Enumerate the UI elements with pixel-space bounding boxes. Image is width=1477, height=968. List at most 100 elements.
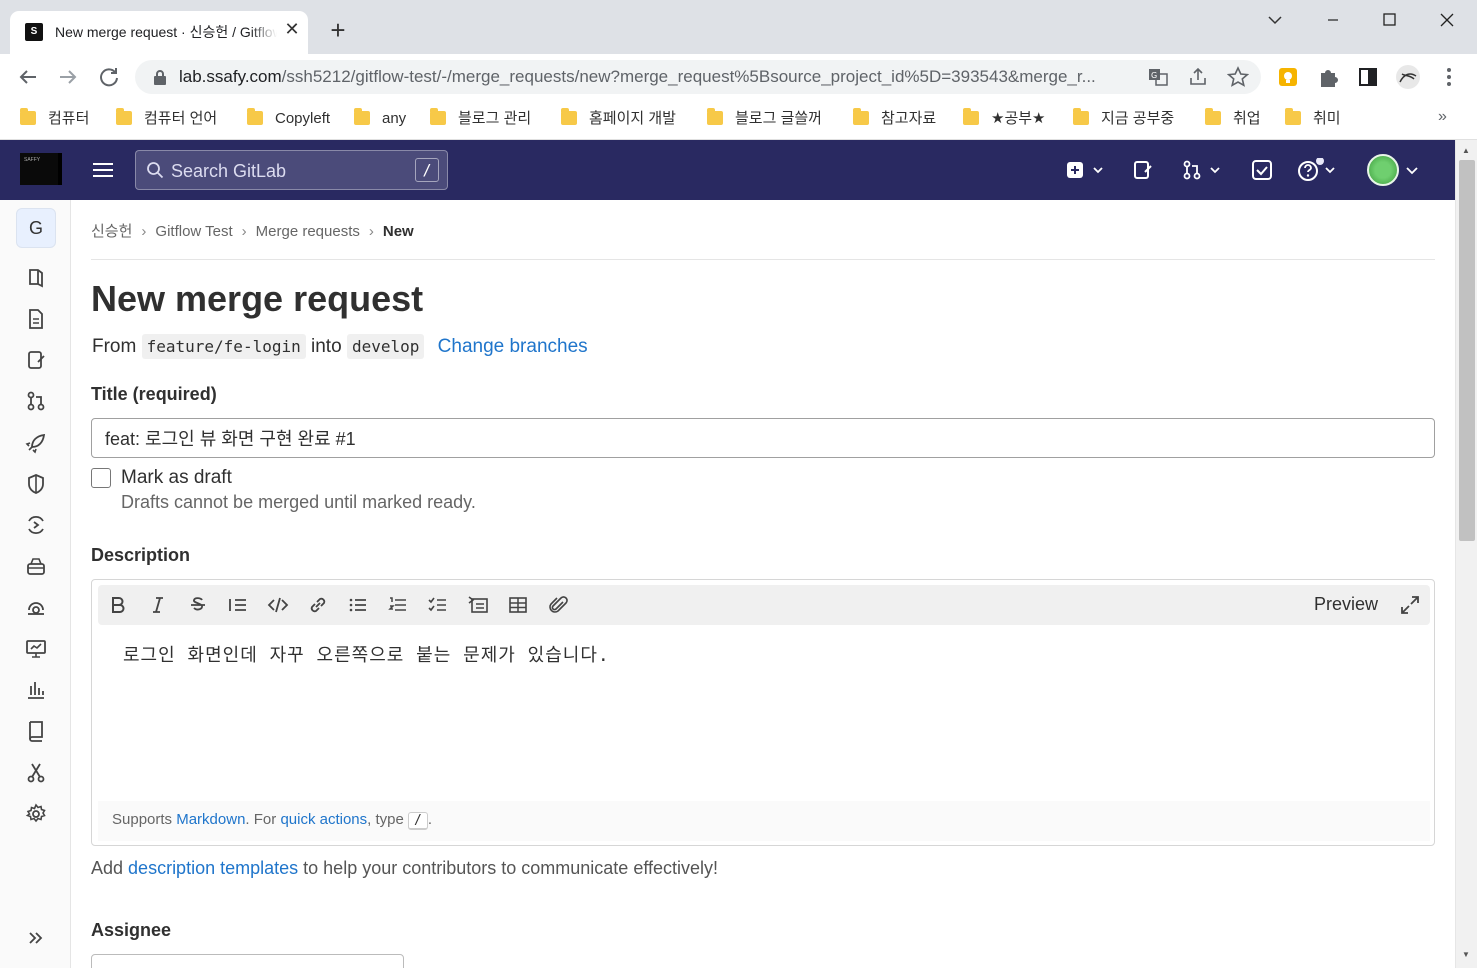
bookmark-folder[interactable]: ★공부★ [963,108,1046,130]
expand-sidebar-icon[interactable] [24,926,48,950]
quote-icon[interactable] [226,593,250,617]
bookmark-folder[interactable]: 블로그 관리 [430,108,531,130]
bookmark-folder[interactable]: 컴퓨터 언어 [116,108,217,130]
change-branches-link[interactable]: Change branches [438,336,588,357]
code-icon[interactable] [266,593,290,617]
bookmark-folder[interactable]: any [354,108,406,130]
page-scrollbar[interactable]: ▲ ▼ [1455,140,1477,968]
todo-checklist-icon[interactable] [1250,158,1274,182]
forward-icon[interactable] [54,63,82,91]
breadcrumb-project[interactable]: Gitflow Test [155,223,232,240]
extension-keep-icon[interactable] [1275,64,1301,90]
help-dropdown[interactable] [1296,158,1342,182]
issues-icon[interactable] [1130,158,1156,182]
scrollbar-thumb[interactable] [1459,160,1475,541]
folder-icon [430,108,446,125]
bookmark-folder[interactable]: 컴퓨터 [20,108,89,130]
title-label: Title (required) [91,384,217,404]
side-panel-icon[interactable] [1355,64,1381,90]
folder-icon [1205,108,1221,125]
draft-label[interactable]: Mark as draft [121,467,232,489]
draft-checkbox[interactable] [91,468,111,488]
fullscreen-expand-icon[interactable] [1398,593,1422,617]
translate-icon[interactable]: G [1147,66,1169,88]
editor-footer: Supports Markdown. For quick actions, ty… [98,801,1430,841]
reload-icon[interactable] [95,63,123,91]
strikethrough-icon[interactable] [186,593,210,617]
search-placeholder: Search GitLab [171,161,287,181]
bookmark-folder[interactable]: 참고자료 [853,108,936,130]
attach-file-icon[interactable] [546,593,570,617]
analytics-chart-icon[interactable] [24,678,48,702]
bookmark-folder[interactable]: 홈페이지 개발 [561,108,676,130]
preview-tab[interactable]: Preview [1314,594,1378,615]
project-overview-icon[interactable] [24,266,48,290]
minimize-icon[interactable] [1318,8,1348,32]
task-list-icon[interactable] [426,593,450,617]
markdown-link[interactable]: Markdown [176,811,245,828]
assignee-dropdown[interactable] [91,954,404,968]
browser-tab[interactable]: S New merge request · 신승헌 / Gitflow Test… [10,11,308,54]
title-input[interactable] [91,418,1435,458]
ci-cd-rocket-icon[interactable] [24,431,48,455]
tab-close-icon[interactable]: ✕ [282,19,302,39]
create-new-dropdown[interactable] [1064,158,1108,182]
merge-requests-icon[interactable] [24,389,48,413]
ssafy-logo[interactable] [20,153,62,185]
share-icon[interactable] [1187,66,1209,88]
browser-titlebar: S New merge request · 신승헌 / Gitflow Test… [0,0,1477,54]
infrastructure-icon[interactable] [24,596,48,620]
packages-icon[interactable] [24,554,48,578]
snippets-scissors-icon[interactable] [24,761,48,785]
bookmark-folder[interactable]: 취업 [1205,108,1261,130]
bookmark-folder[interactable]: 블로그 글쓸꺼 [707,108,822,130]
bullet-list-icon[interactable] [346,593,370,617]
breadcrumb-merge-requests[interactable]: Merge requests [256,223,360,240]
numbered-list-icon[interactable] [386,593,410,617]
close-window-icon[interactable] [1432,8,1462,32]
address-bar[interactable]: lab.ssafy.com/ssh5212/gitflow-test/-/mer… [135,60,1261,94]
hamburger-menu-icon[interactable] [90,158,116,182]
chevron-down-icon[interactable] [1404,158,1420,182]
settings-gear-icon[interactable] [24,802,48,826]
folder-icon [116,108,132,125]
security-shield-icon[interactable] [24,472,48,496]
table-icon[interactable] [506,593,530,617]
browser-menu-icon[interactable] [1436,64,1462,90]
search-input[interactable]: Search GitLab / [135,150,448,190]
url-text[interactable]: lab.ssafy.com/ssh5212/gitflow-test/-/mer… [179,68,1139,86]
extensions-puzzle-icon[interactable] [1315,64,1341,90]
bookmark-folder[interactable]: 취미 [1285,108,1341,130]
deployments-icon[interactable] [24,513,48,537]
back-icon[interactable] [14,63,42,91]
wiki-book-icon[interactable] [24,719,48,743]
user-avatar[interactable] [1367,154,1399,186]
bookmark-folder[interactable]: Copyleft [247,108,330,130]
divider [91,259,1435,260]
monitor-icon[interactable] [24,637,48,661]
project-avatar[interactable]: G [16,208,56,248]
bookmark-star-icon[interactable] [1227,66,1249,88]
issues-icon[interactable] [24,348,48,372]
chevron-down-icon[interactable] [1260,8,1290,32]
breadcrumb-current[interactable]: New [383,223,414,240]
bold-icon[interactable] [106,593,130,617]
merge-requests-dropdown[interactable] [1180,158,1224,182]
bookmarks-overflow-button[interactable]: » [1438,108,1447,126]
profile-avatar-icon[interactable] [1395,64,1421,90]
description-textarea[interactable]: 로그인 화면인데 자꾸 오른쪽으로 붙는 문제가 있습니다. [123,641,610,667]
description-templates-link[interactable]: description templates [128,858,298,878]
quick-actions-link[interactable]: quick actions [280,811,367,828]
lock-icon[interactable] [153,69,167,85]
breadcrumb-user[interactable]: 신승헌 [91,220,132,241]
bookmark-folder[interactable]: 지금 공부중 [1073,108,1174,130]
folder-icon [1073,108,1089,125]
collapsible-section-icon[interactable] [466,593,490,617]
scroll-up-arrow-icon[interactable]: ▲ [1462,146,1470,155]
link-icon[interactable] [306,593,330,617]
repository-icon[interactable] [24,307,48,331]
italic-icon[interactable] [146,593,170,617]
scroll-down-arrow-icon[interactable]: ▼ [1462,950,1470,959]
maximize-icon[interactable] [1374,8,1404,32]
new-tab-button[interactable]: + [326,17,350,43]
